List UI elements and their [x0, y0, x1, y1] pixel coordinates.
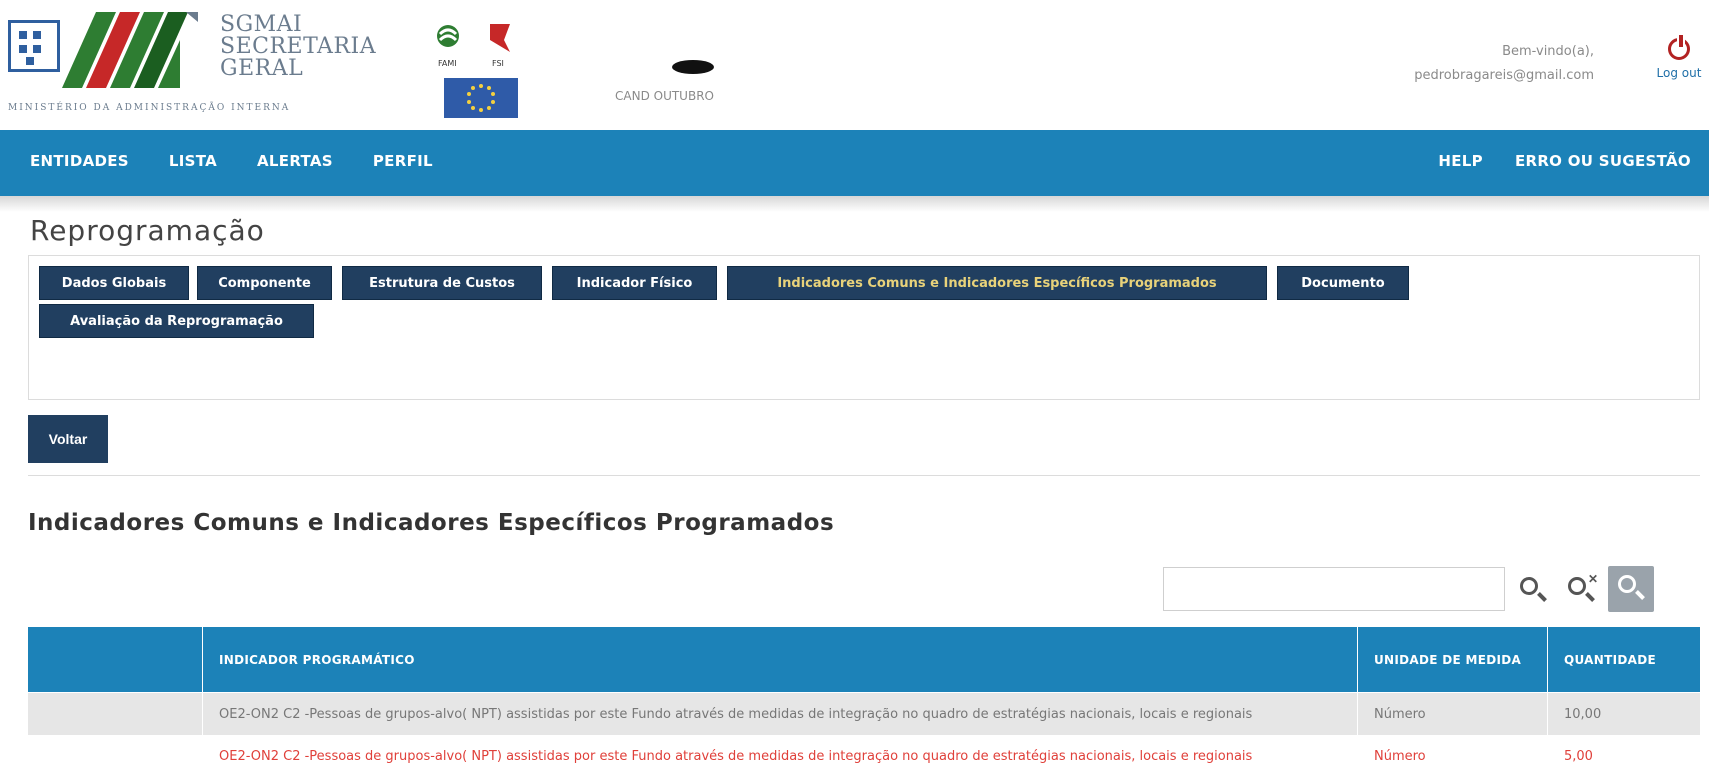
header: SGMAI SECRETARIA GERAL MINISTÉRIO DA ADM…: [0, 0, 1709, 130]
tab-documento[interactable]: Documento: [1277, 266, 1409, 300]
ministry-name: MINISTÉRIO DA ADMINISTRAÇÃO INTERNA: [8, 103, 291, 113]
nav-item-entidades[interactable]: ENTIDADES: [30, 152, 129, 170]
eu-flag-icon: [444, 78, 518, 118]
sgmai-logo-icon: [62, 12, 198, 88]
table-cell-select: [28, 735, 203, 777]
divider: [28, 475, 1700, 476]
tab-estrutura-custos[interactable]: Estrutura de Custos: [342, 266, 542, 300]
power-icon[interactable]: [1668, 35, 1690, 60]
fund-logos-icon: FAMI FSI: [437, 24, 510, 68]
column-header-select: [28, 627, 203, 692]
table-cell-unidade: Número: [1358, 735, 1548, 777]
column-header-unidade[interactable]: UNIDADE DE MEDIDA: [1358, 627, 1548, 692]
clear-search-icon: [1568, 577, 1586, 595]
table-row[interactable]: OE2-ON2 C2 -Pessoas de grupos-alvo( NPT)…: [28, 735, 1700, 777]
table-row[interactable]: OE2-ON2 C2 -Pessoas de grupos-alvo( NPT)…: [28, 693, 1700, 735]
nav-item-erro-sugestao[interactable]: ERRO OU SUGESTÃO: [1515, 152, 1691, 170]
column-header-indicador[interactable]: INDICADOR PROGRAMÁTICO: [203, 627, 1358, 692]
welcome-block: Bem-vindo(a), pedrobragareis@gmail.com: [1414, 40, 1594, 88]
nav-shadow: [0, 196, 1709, 212]
user-email: pedrobragareis@gmail.com: [1414, 68, 1594, 83]
main-navbar: ENTIDADES LISTA ALERTAS PERFIL HELP ERRO…: [0, 130, 1709, 196]
nav-item-alertas[interactable]: ALERTAS: [257, 152, 333, 170]
nav-item-help[interactable]: HELP: [1438, 152, 1483, 170]
indicators-table: INDICADOR PROGRAMÁTICO UNIDADE DE MEDIDA…: [28, 627, 1700, 777]
tab-indicador-fisico[interactable]: Indicador Físico: [552, 266, 717, 300]
coat-of-arms-icon: [8, 20, 60, 72]
nav-item-perfil[interactable]: PERFIL: [373, 152, 433, 170]
logout-link[interactable]: Log out: [1655, 66, 1703, 80]
welcome-text: Bem-vindo(a),: [1502, 44, 1594, 59]
table-cell-indicador: OE2-ON2 C2 -Pessoas de grupos-alvo( NPT)…: [203, 693, 1358, 735]
tab-indicadores-comuns[interactable]: Indicadores Comuns e Indicadores Específ…: [727, 266, 1267, 300]
advanced-search-icon: [1618, 575, 1636, 593]
page-title: Reprogramação: [30, 214, 265, 247]
logout-button[interactable]: Log out: [1655, 35, 1703, 80]
search-button[interactable]: [1512, 570, 1552, 610]
org-name: SGMAI SECRETARIA GERAL: [220, 12, 377, 81]
tab-avaliacao-reprogramacao[interactable]: Avaliação da Reprogramação: [39, 304, 314, 338]
tab-componente[interactable]: Componente: [197, 266, 332, 300]
svg-text:FSI: FSI: [492, 59, 504, 68]
column-header-quantidade[interactable]: QUANTIDADE: [1548, 627, 1700, 692]
svg-text:FAMI: FAMI: [438, 59, 457, 68]
redaction-mark: [672, 60, 714, 74]
table-cell-select: [28, 693, 203, 735]
candidate-name: CAND OUTUBRO: [615, 89, 714, 103]
search-input[interactable]: [1163, 567, 1505, 611]
advanced-search-button[interactable]: [1608, 566, 1654, 612]
table-cell-unidade: Número: [1358, 693, 1548, 735]
search-icon: [1520, 577, 1538, 595]
tab-dados-globais[interactable]: Dados Globais: [39, 266, 189, 300]
back-button[interactable]: Voltar: [28, 415, 108, 463]
table-cell-indicador: OE2-ON2 C2 -Pessoas de grupos-alvo( NPT)…: [203, 735, 1358, 777]
table-cell-quantidade: 5,00: [1564, 748, 1593, 764]
tabs-panel: Dados Globais Componente Estrutura de Cu…: [28, 255, 1700, 400]
table-header: INDICADOR PROGRAMÁTICO UNIDADE DE MEDIDA…: [28, 627, 1700, 693]
table-cell-quantidade: 10,00: [1564, 706, 1602, 722]
nav-item-lista[interactable]: LISTA: [169, 152, 217, 170]
section-title: Indicadores Comuns e Indicadores Específ…: [28, 510, 835, 536]
clear-search-button[interactable]: ✕: [1560, 570, 1600, 610]
